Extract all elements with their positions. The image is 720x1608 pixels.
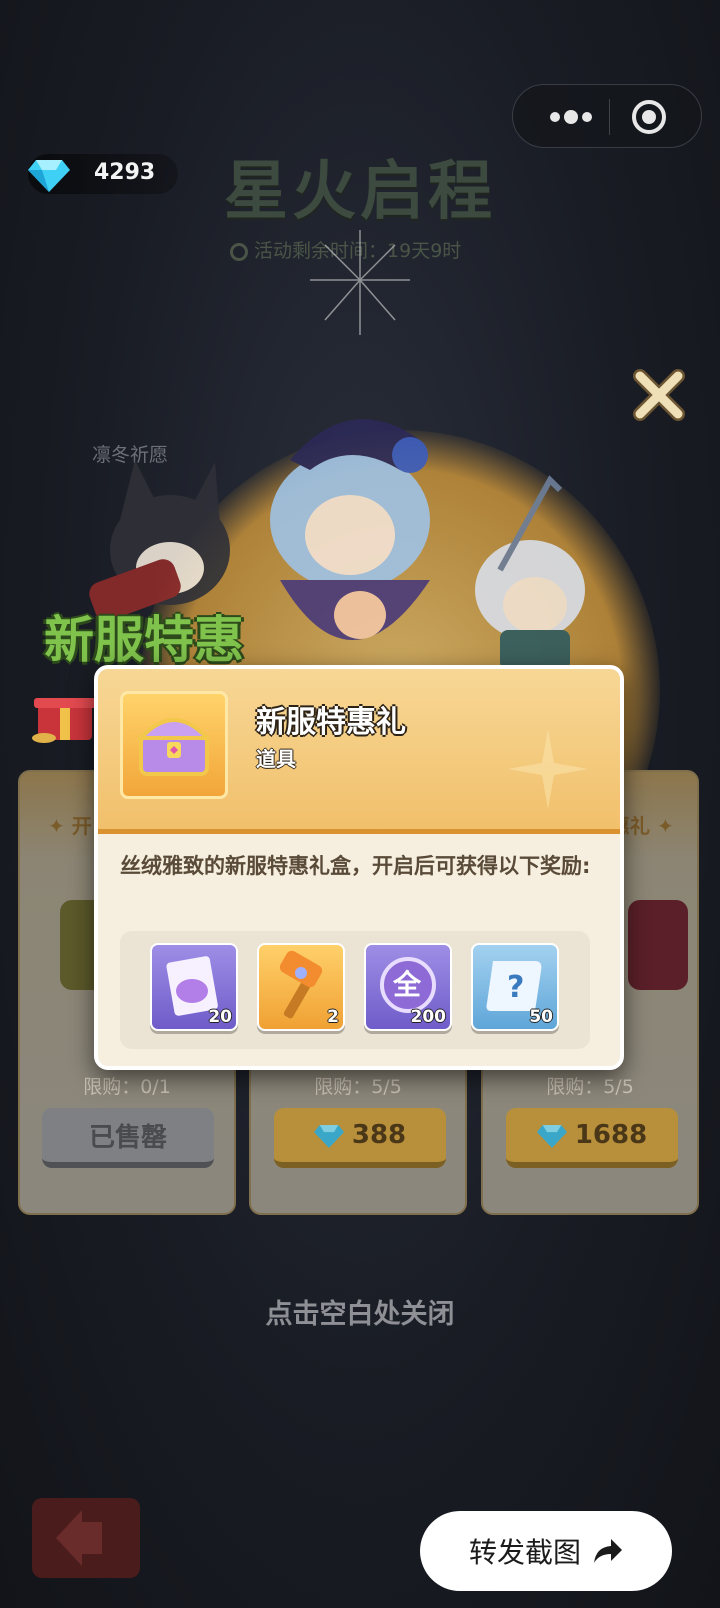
coin-label: 全 [393, 968, 422, 1001]
diamond-icon [28, 160, 70, 192]
item-name: 新服特惠礼 [256, 705, 406, 740]
buy-1688-button[interactable]: 1688 [506, 1108, 678, 1168]
miniapp-capsule [512, 84, 702, 148]
target-circle-icon[interactable] [631, 99, 667, 135]
diamond-icon [313, 1125, 344, 1148]
close-icon[interactable] [630, 366, 688, 424]
treasure-chest-icon [136, 718, 212, 776]
reward-qty: 50 [529, 1007, 553, 1027]
capsule-divider [609, 99, 610, 135]
item-icon-frame [120, 691, 228, 799]
reward-list: 20 2 全 200 ? 50 [120, 931, 590, 1049]
item-description: 丝绒雅致的新服特惠礼盒，开启后可获得以下奖励: [120, 854, 591, 878]
share-arrow-icon [594, 1539, 622, 1563]
reward-item[interactable]: ? 50 [471, 943, 559, 1031]
promo-title: 新服特惠 [44, 611, 244, 669]
card-1-limit: 限购：0/1 [83, 1076, 171, 1098]
item-info-popup: 新服特惠礼 道具 丝绒雅致的新服特惠礼盒，开启后可获得以下奖励: 20 2 全 … [94, 665, 624, 1070]
share-label: 转发截图 [468, 1536, 581, 1569]
popup-header: 新服特惠礼 道具 [98, 669, 620, 834]
share-screenshot-button[interactable]: 转发截图 [420, 1511, 672, 1591]
more-dots-icon[interactable] [541, 95, 601, 139]
sold-out-button[interactable]: 已售罄 [42, 1108, 214, 1168]
sparkle-icon [508, 729, 588, 809]
sold-out-label: 已售罄 [88, 1122, 167, 1153]
buy-388-button[interactable]: 388 [274, 1108, 446, 1168]
firework-decoration [310, 230, 410, 335]
card-1-tab: ✦ 开 [48, 814, 92, 838]
reward-qty: 200 [410, 1007, 447, 1027]
price-label: 1688 [574, 1120, 648, 1150]
price-label: 388 [351, 1120, 407, 1150]
reward-item[interactable]: 20 [150, 943, 238, 1031]
back-button[interactable] [32, 1498, 140, 1578]
diamond-icon [536, 1125, 567, 1148]
card-1-tab-label: 开 [71, 814, 92, 838]
card-3-chest-icon [628, 900, 688, 990]
close-hint[interactable]: 点击空白处关闭 [0, 1292, 720, 1331]
back-arrow-icon [56, 1510, 102, 1566]
svg-text:?: ? [507, 970, 524, 1005]
reward-qty: 20 [208, 1007, 232, 1027]
event-title: 星火启程 [224, 155, 496, 229]
card-2-limit: 限购：5/5 [314, 1076, 402, 1098]
gift-box-icon [32, 698, 96, 743]
item-type: 道具 [256, 747, 296, 771]
reward-item[interactable]: 全 200 [364, 943, 452, 1031]
gem-count: 4293 [94, 160, 156, 185]
clock-icon [230, 243, 248, 261]
reward-qty: 2 [327, 1007, 339, 1027]
reward-item[interactable]: 2 [257, 943, 345, 1031]
card-3-limit: 限购：5/5 [546, 1076, 634, 1098]
